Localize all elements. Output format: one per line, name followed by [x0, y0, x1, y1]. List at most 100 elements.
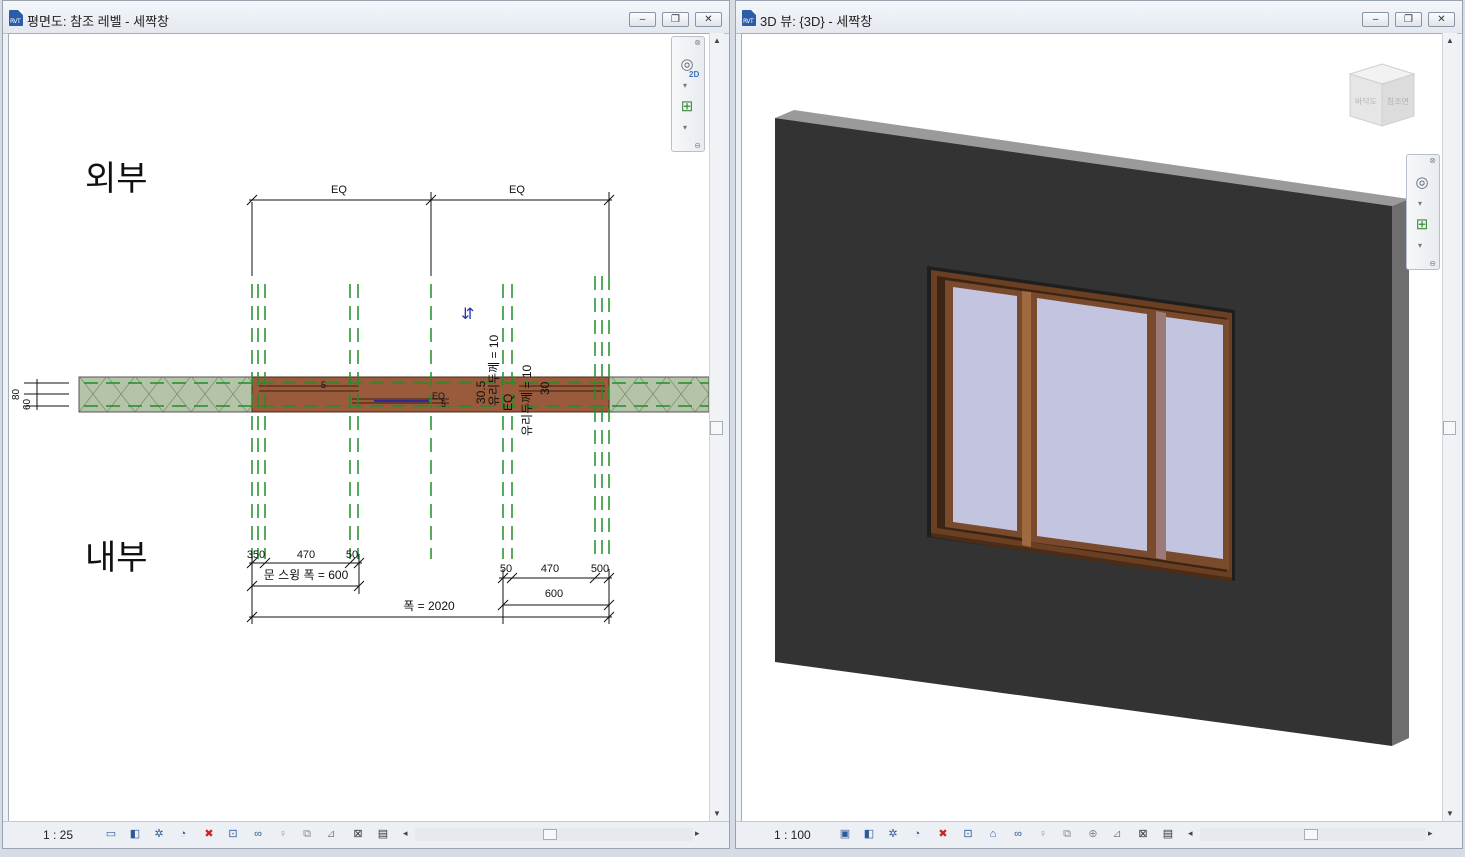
temporary-view-properties-icon[interactable]: ⧉ [300, 828, 314, 841]
plan-view-control-bar: 1 : 25 ▭ ◧ ✲ ◔ ✖ ⊡ ∞ ♀ ⧉ ⊿ ⊠ ▤ ◂ ▸ [3, 821, 729, 848]
3d-view-title: 3D 뷰: {3D} - 세짝창 [760, 14, 873, 29]
eq-label-right: EQ [509, 184, 525, 196]
navbar-close-icon[interactable]: ⊗ [694, 38, 701, 47]
vertical-scroll-thumb[interactable] [710, 421, 723, 435]
dim-50-right: 50 [500, 563, 512, 575]
total-width-dim[interactable]: 폭 = 2020 [403, 599, 455, 613]
3d-vertical-scrollbar[interactable]: ▲ ▼ [1442, 33, 1457, 821]
glass-thickness-top: 유리두께 = 10 [487, 334, 501, 406]
crop-view-icon[interactable]: ✖ [202, 828, 216, 841]
detail-level-icon[interactable]: ▭ [104, 828, 118, 841]
vertical-scroll-thumb-3d[interactable] [1443, 421, 1456, 435]
dim-470-right: 470 [541, 563, 559, 575]
highlight-displacement-icon-3d[interactable]: ⊠ [1136, 828, 1150, 841]
eq-label-left: EQ [331, 184, 347, 196]
reveal-hidden-icon[interactable]: ♀ [276, 828, 290, 841]
center-glass-pane[interactable] [1037, 298, 1147, 551]
plan-canvas[interactable]: 외부 내부 EQ EQ ⇵ 5 EQ 5 30.5 유리두께 = 10 EQ 유… [8, 33, 710, 823]
reveal-hidden-icon-3d[interactable]: ♀ [1036, 828, 1050, 841]
scroll-left-arrow-icon[interactable]: ◂ [403, 828, 408, 839]
reveal-constraints-icon-3d[interactable]: ▤ [1161, 828, 1175, 841]
viewcube-face-front: 바닥도 [1355, 96, 1377, 106]
plan-navigation-bar: ⊗ ◎ 2D ▾ ⊞ ▾ ⊖ [671, 36, 705, 152]
3d-horizontal-scrollbar[interactable] [1200, 828, 1426, 841]
3d-view-titlebar[interactable]: RVT 3D 뷰: {3D} - 세짝창 – ❐ ✕ [736, 1, 1462, 34]
zoom-region-icon[interactable]: ⊞ [677, 97, 697, 117]
analytical-model-icon-3d[interactable]: ⊿ [1110, 828, 1124, 841]
dim-30-5: 30.5 [474, 380, 488, 404]
dim-600-right: 600 [545, 588, 563, 600]
steering-dropdown-icon[interactable]: ▾ [683, 81, 687, 90]
temporary-view-properties-icon-3d[interactable]: ⧉ [1060, 828, 1074, 841]
temporary-hide-icon-3d[interactable]: ∞ [1011, 828, 1025, 841]
dim-small-5-left: 5 [321, 380, 326, 390]
shadows-icon-3d[interactable]: ◔ [910, 828, 924, 841]
3d-canvas[interactable]: 바닥도 참조면 ⊗ ◎ ▾ ⊞ ▾ ⊖ [741, 33, 1443, 823]
view-cube[interactable]: 바닥도 참조면 [1348, 63, 1416, 127]
close-button-3d[interactable]: ✕ [1428, 12, 1455, 27]
close-button[interactable]: ✕ [695, 12, 722, 27]
left-glass-pane[interactable] [953, 287, 1017, 531]
navbar-close-icon-3d[interactable]: ⊗ [1429, 156, 1436, 165]
navbar-options-icon-3d[interactable]: ⊖ [1429, 259, 1436, 268]
plan-scale[interactable]: 1 : 25 [43, 828, 73, 842]
3d-scale[interactable]: 1 : 100 [774, 828, 811, 842]
shadows-icon[interactable]: ◔ [176, 828, 190, 841]
right-glass-pane[interactable] [1166, 317, 1223, 559]
revit-document-icon: RVT [9, 10, 23, 26]
scroll-down-arrow-icon[interactable]: ▼ [713, 809, 721, 818]
visual-style-icon-3d[interactable]: ◧ [862, 828, 876, 841]
wall-dim-60: 60 [22, 398, 33, 410]
lock-3d-view-icon[interactable]: ⌂ [986, 828, 1000, 841]
3d-view-control-bar: 1 : 100 ▣ ◧ ✲ ◔ ✖ ⊡ ⌂ ∞ ♀ ⧉ ⊕ ⊿ ⊠ ▤ ◂ ▸ [736, 821, 1462, 848]
minimize-button[interactable]: – [629, 12, 656, 27]
visual-style-icon[interactable]: ◧ [128, 828, 142, 841]
steering-wheel-3d-icon[interactable]: ◎ [1412, 173, 1432, 193]
zoom-region-icon-3d[interactable]: ⊞ [1412, 215, 1432, 235]
eq-dimension [246, 192, 615, 276]
door-swing-width[interactable]: 문 스윙 폭 = 600 [264, 568, 349, 582]
3d-drawing: 바닥도 참조면 [775, 63, 1416, 746]
reveal-constraints-icon[interactable]: ▤ [376, 828, 390, 841]
plan-horizontal-scrollbar[interactable] [415, 828, 693, 841]
wall-dim-80: 80 [11, 388, 22, 400]
minimize-button-3d[interactable]: – [1362, 12, 1389, 27]
analytical-model-icon[interactable]: ⊿ [324, 828, 338, 841]
plan-view-titlebar[interactable]: RVT 평면도: 참조 레벨 - 세짝창 – ❐ ✕ [3, 1, 729, 34]
temporary-hide-icon[interactable]: ∞ [251, 828, 265, 841]
scroll-down-arrow-icon-3d[interactable]: ▼ [1446, 809, 1454, 818]
highlight-displacement-icon[interactable]: ⊠ [351, 828, 365, 841]
horizontal-scroll-thumb[interactable] [543, 829, 557, 840]
scroll-right-arrow-icon-3d[interactable]: ▸ [1428, 828, 1433, 839]
scroll-right-arrow-icon[interactable]: ▸ [695, 828, 700, 839]
dim-500-right: 500 [591, 563, 609, 575]
sun-path-icon[interactable]: ✲ [152, 828, 166, 841]
reference-planes [84, 276, 709, 559]
plan-vertical-scrollbar[interactable]: ▲ ▼ [709, 33, 724, 821]
scroll-up-arrow-icon[interactable]: ▲ [713, 36, 721, 45]
zoom-dropdown-icon[interactable]: ▾ [683, 123, 687, 132]
zoom-dropdown-icon-3d[interactable]: ▾ [1418, 241, 1422, 250]
plan-view-window: RVT 평면도: 참조 레벨 - 세짝창 – ❐ ✕ 외부 내부 EQ EQ ⇵… [2, 0, 730, 849]
right-sash-edge [1156, 311, 1166, 560]
scroll-left-arrow-icon-3d[interactable]: ◂ [1188, 828, 1193, 839]
restore-button[interactable]: ❐ [662, 12, 689, 27]
show-crop-region-icon-3d[interactable]: ⊡ [961, 828, 975, 841]
worksharing-display-icon[interactable]: ⊕ [1086, 828, 1100, 841]
dim-50-left: 50 [346, 549, 358, 561]
show-crop-region-icon[interactable]: ⊡ [226, 828, 240, 841]
dim-eq-vertical: EQ [501, 394, 515, 411]
dim-small-5-mid: 5 [441, 399, 446, 409]
crop-view-icon-3d[interactable]: ✖ [936, 828, 950, 841]
exterior-label: 외부 [85, 160, 148, 198]
interior-label: 내부 [85, 539, 148, 577]
restore-button-3d[interactable]: ❐ [1395, 12, 1422, 27]
sun-path-icon-3d[interactable]: ✲ [886, 828, 900, 841]
revit-document-icon-3d: RVT [742, 10, 756, 26]
flip-arrows-icon[interactable]: ⇵ [461, 306, 474, 323]
detail-level-icon-3d[interactable]: ▣ [838, 828, 852, 841]
steering-dropdown-icon-3d[interactable]: ▾ [1418, 199, 1422, 208]
horizontal-scroll-thumb-3d[interactable] [1304, 829, 1318, 840]
scroll-up-arrow-icon-3d[interactable]: ▲ [1446, 36, 1454, 45]
navbar-options-icon[interactable]: ⊖ [694, 141, 701, 150]
